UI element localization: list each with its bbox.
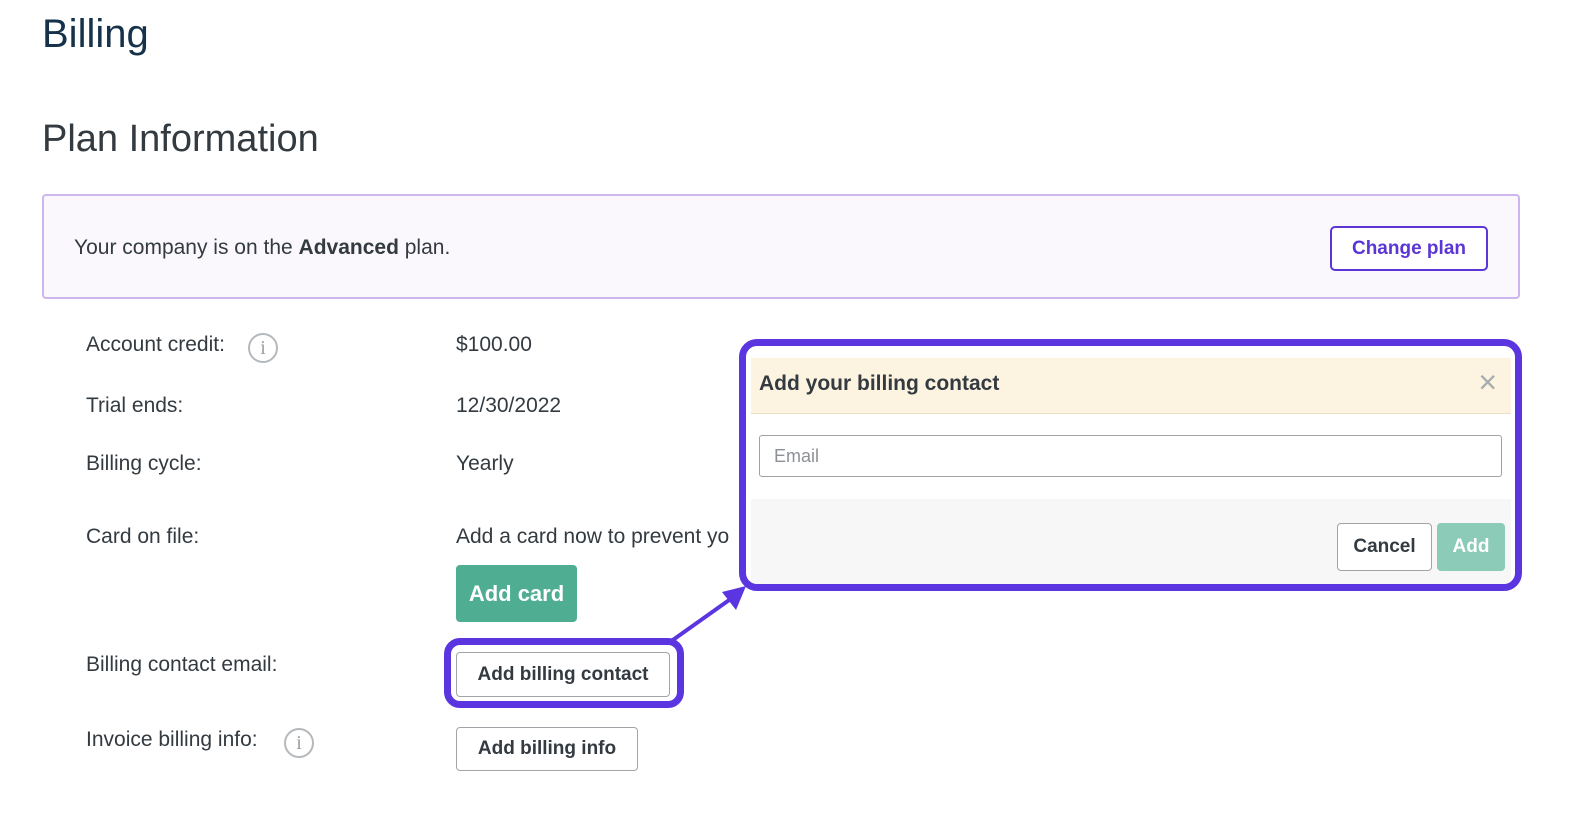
cancel-button[interactable]: Cancel xyxy=(1337,523,1432,571)
card-on-file-label: Card on file: xyxy=(86,525,200,548)
plan-name: Advanced xyxy=(298,236,399,259)
section-title: Plan Information xyxy=(42,118,319,160)
info-circle-icon[interactable]: i xyxy=(284,728,314,758)
account-credit-label: Account credit: xyxy=(86,333,225,356)
billing-page: Billing Plan Information Your company is… xyxy=(0,0,1588,828)
billing-cycle-value: Yearly xyxy=(456,452,514,475)
billing-contact-label: Billing contact email: xyxy=(86,653,278,676)
email-field[interactable] xyxy=(759,435,1502,477)
plan-info-box: Your company is on the Advanced plan. Ch… xyxy=(42,194,1520,299)
plan-text-prefix: Your company is on the xyxy=(74,236,299,259)
account-credit-value: $100.00 xyxy=(456,333,532,356)
info-circle-icon[interactable]: i xyxy=(248,333,278,363)
invoice-billing-info-label: Invoice billing info: xyxy=(86,728,258,751)
plan-text-suffix: plan. xyxy=(398,236,451,259)
close-icon[interactable]: × xyxy=(1478,364,1497,400)
popup-footer: Cancel Add xyxy=(751,499,1511,584)
billing-cycle-label: Billing cycle: xyxy=(86,452,202,475)
popup-header: Add your billing contact × xyxy=(751,358,1511,414)
popup-title: Add your billing contact xyxy=(759,372,1000,395)
add-card-button[interactable]: Add card xyxy=(456,565,577,622)
trial-ends-label: Trial ends: xyxy=(86,394,184,417)
billing-contact-popup: Add your billing contact × Cancel Add xyxy=(739,339,1522,591)
add-button[interactable]: Add xyxy=(1437,523,1505,571)
page-title: Billing xyxy=(42,12,149,56)
add-billing-info-button[interactable]: Add billing info xyxy=(456,727,638,771)
plan-text: Your company is on the Advanced plan. xyxy=(74,236,450,260)
arrow-icon xyxy=(668,586,746,644)
card-on-file-message: Add a card now to prevent yo xyxy=(456,525,730,548)
change-plan-button[interactable]: Change plan xyxy=(1330,226,1488,271)
trial-ends-value: 12/30/2022 xyxy=(456,394,562,417)
add-billing-contact-button[interactable]: Add billing contact xyxy=(456,652,670,697)
